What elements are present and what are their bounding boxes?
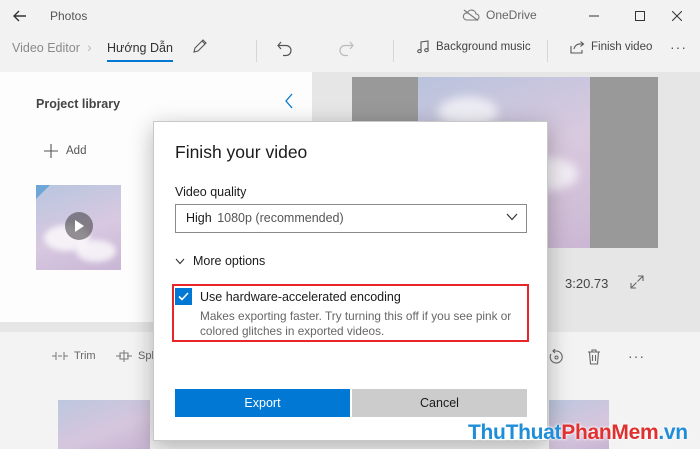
hardware-encoding-label[interactable]: Use hardware-accelerated encoding	[200, 290, 401, 304]
more-options-button[interactable]: ···	[670, 39, 687, 55]
play-overlay	[65, 212, 93, 240]
watermark-part-3: .vn	[658, 421, 688, 444]
trash-icon	[588, 349, 600, 365]
toolbar-divider	[547, 40, 548, 62]
trim-icon	[52, 352, 68, 360]
chevron-down-icon	[175, 258, 185, 264]
watermark-part-2: PhanMem	[561, 421, 659, 444]
rotate-button[interactable]	[548, 348, 564, 370]
cloud-shape	[76, 240, 116, 262]
used-in-project-marker	[36, 185, 50, 199]
rotate-icon	[549, 348, 563, 364]
chevron-down-icon	[506, 213, 518, 221]
project-library-title: Project library	[36, 97, 121, 111]
add-media-button[interactable]: Add	[44, 144, 86, 158]
quality-selected-sub: 1080p (recommended)	[217, 211, 344, 225]
more-options-toggle[interactable]: More options	[175, 254, 265, 268]
export-button[interactable]: Export	[175, 389, 350, 417]
onedrive-label: OneDrive	[486, 8, 537, 22]
watermark-part-1: ThuThuat	[468, 421, 562, 444]
close-button[interactable]	[654, 0, 700, 32]
breadcrumb-project-name[interactable]: Hướng Dẫn	[107, 41, 173, 62]
back-button[interactable]	[0, 0, 40, 32]
play-icon	[75, 220, 84, 232]
finish-video-label: Finish video	[591, 41, 653, 53]
collapse-library-button[interactable]	[284, 93, 294, 114]
cloud-offline-icon	[462, 9, 480, 21]
split-icon	[116, 350, 132, 362]
split-button[interactable]: Spl	[116, 350, 154, 362]
redo-icon	[339, 41, 354, 57]
site-watermark: ThuThuatPhanMem.vn	[468, 421, 688, 445]
background-music-button[interactable]: Background music	[416, 40, 531, 54]
undo-icon	[277, 41, 292, 57]
undo-button[interactable]	[276, 39, 294, 62]
media-thumbnail[interactable]	[36, 185, 121, 270]
cancel-button[interactable]: Cancel	[352, 389, 527, 417]
share-export-icon	[570, 41, 585, 54]
onedrive-status[interactable]: OneDrive	[462, 8, 537, 22]
video-duration: 3:20.73	[565, 276, 609, 291]
hardware-encoding-checkbox[interactable]	[175, 288, 192, 305]
music-note-icon	[417, 40, 429, 54]
rename-button[interactable]	[192, 38, 208, 59]
pencil-icon	[193, 39, 207, 53]
expand-icon	[630, 275, 644, 289]
chevron-left-icon	[285, 93, 293, 109]
breadcrumb-separator: ›	[87, 39, 92, 55]
storyboard-more-button[interactable]: ···	[628, 348, 645, 364]
title-bar: Photos OneDrive	[0, 0, 700, 32]
minimize-icon	[589, 15, 599, 17]
finish-video-button[interactable]: Finish video	[570, 40, 652, 54]
toolbar-divider	[393, 40, 394, 62]
background-music-label: Background music	[436, 41, 531, 53]
add-label: Add	[66, 145, 87, 157]
breadcrumb-video-editor[interactable]: Video Editor	[12, 41, 80, 55]
checkmark-icon	[178, 292, 189, 301]
quality-selected-main: High	[186, 211, 212, 225]
storyboard-clip[interactable]	[58, 400, 150, 449]
trim-label: Trim	[74, 350, 96, 362]
plus-icon	[44, 144, 58, 158]
maximize-icon	[635, 11, 645, 21]
arrow-left-icon	[13, 10, 26, 22]
trim-button[interactable]: Trim	[52, 350, 96, 362]
dialog-title: Finish your video	[175, 142, 308, 162]
hardware-encoding-description: Makes exporting faster. Try turning this…	[200, 309, 512, 338]
finish-video-dialog: Finish your video Video quality High 108…	[153, 121, 548, 441]
close-icon	[672, 11, 682, 21]
toolbar-divider	[256, 40, 257, 62]
delete-button[interactable]	[587, 349, 601, 370]
more-options-label: More options	[193, 254, 266, 268]
command-bar: Video Editor › Hướng Dẫn Background musi…	[0, 32, 700, 72]
video-quality-label: Video quality	[175, 185, 247, 199]
app-title: Photos	[50, 9, 88, 23]
video-quality-select[interactable]: High 1080p (recommended)	[175, 204, 527, 233]
redo-button[interactable]	[337, 39, 355, 62]
minimize-button[interactable]	[571, 0, 617, 32]
split-label: Spl	[138, 350, 154, 362]
fullscreen-button[interactable]	[630, 275, 644, 294]
